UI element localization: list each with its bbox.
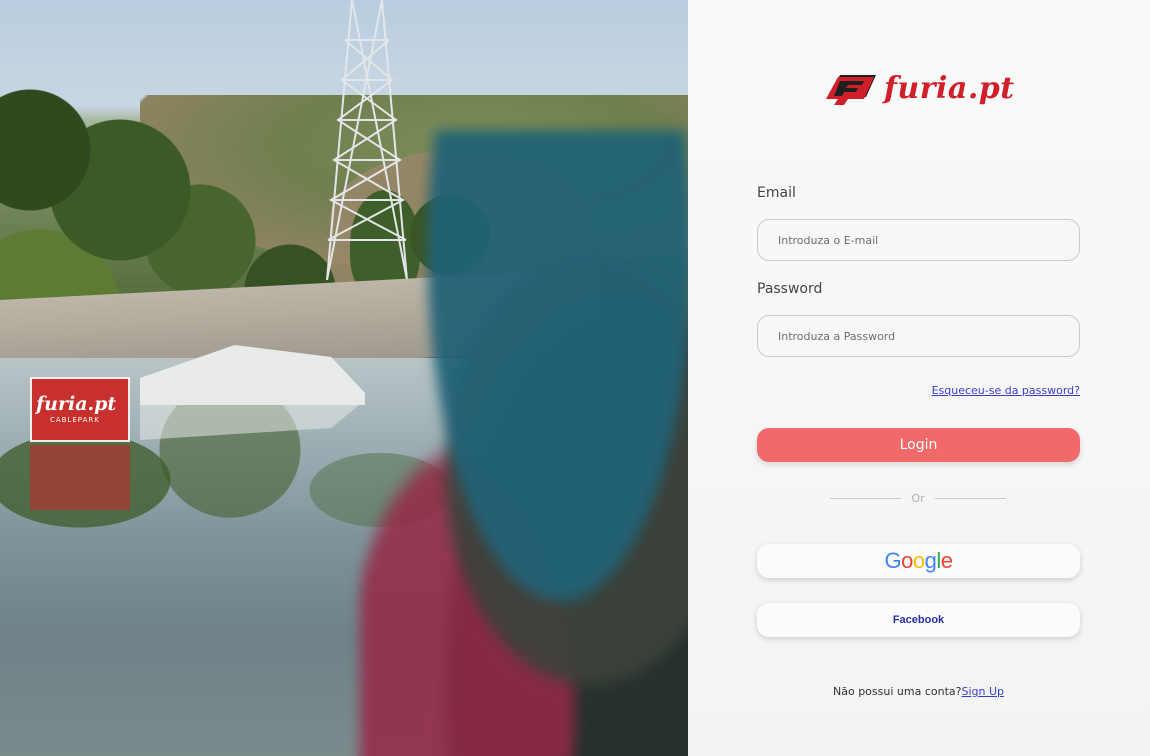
divider-line bbox=[830, 498, 902, 499]
photo-person-blurred bbox=[360, 130, 688, 756]
google-letter: o bbox=[912, 548, 925, 573]
google-letter: G bbox=[884, 548, 902, 573]
login-button[interactable]: Login bbox=[757, 428, 1080, 462]
google-letter: e bbox=[940, 548, 953, 573]
divider-text: Or bbox=[911, 492, 925, 505]
signup-prompt: Não possui uma conta? bbox=[833, 685, 962, 698]
login-panel bbox=[688, 0, 1150, 756]
furia-logo-icon bbox=[826, 75, 876, 105]
facebook-login-button[interactable]: Facebook bbox=[757, 603, 1080, 637]
forgot-password-link[interactable]: Esqueceu-se da password? bbox=[757, 384, 1080, 397]
google-letter: g bbox=[924, 548, 937, 573]
logo-text: furia.pt bbox=[884, 70, 1015, 106]
password-field[interactable] bbox=[757, 315, 1080, 357]
photo-banner-subtext: CABLEPARK bbox=[50, 416, 100, 424]
hero-photo: furia.pt CABLEPARK bbox=[0, 0, 688, 756]
photo-banner-reflection bbox=[30, 445, 130, 510]
signup-row: Não possui uma conta?Sign Up bbox=[757, 685, 1080, 698]
photo-banner-text: furia.pt bbox=[36, 393, 117, 415]
photo-banner: furia.pt CABLEPARK bbox=[30, 377, 130, 442]
or-divider: Or bbox=[830, 492, 1006, 505]
email-field[interactable] bbox=[757, 219, 1080, 261]
divider-line bbox=[934, 498, 1006, 499]
password-label: Password bbox=[757, 281, 823, 297]
facebook-label: Facebook bbox=[892, 614, 945, 626]
email-label: Email bbox=[757, 185, 796, 201]
google-wordmark: Google bbox=[884, 548, 953, 574]
google-login-button[interactable]: Google bbox=[757, 544, 1080, 578]
brand-logo[interactable]: furia.pt bbox=[826, 68, 1015, 108]
signup-link[interactable]: Sign Up bbox=[961, 685, 1004, 698]
google-letter: o bbox=[901, 548, 913, 573]
